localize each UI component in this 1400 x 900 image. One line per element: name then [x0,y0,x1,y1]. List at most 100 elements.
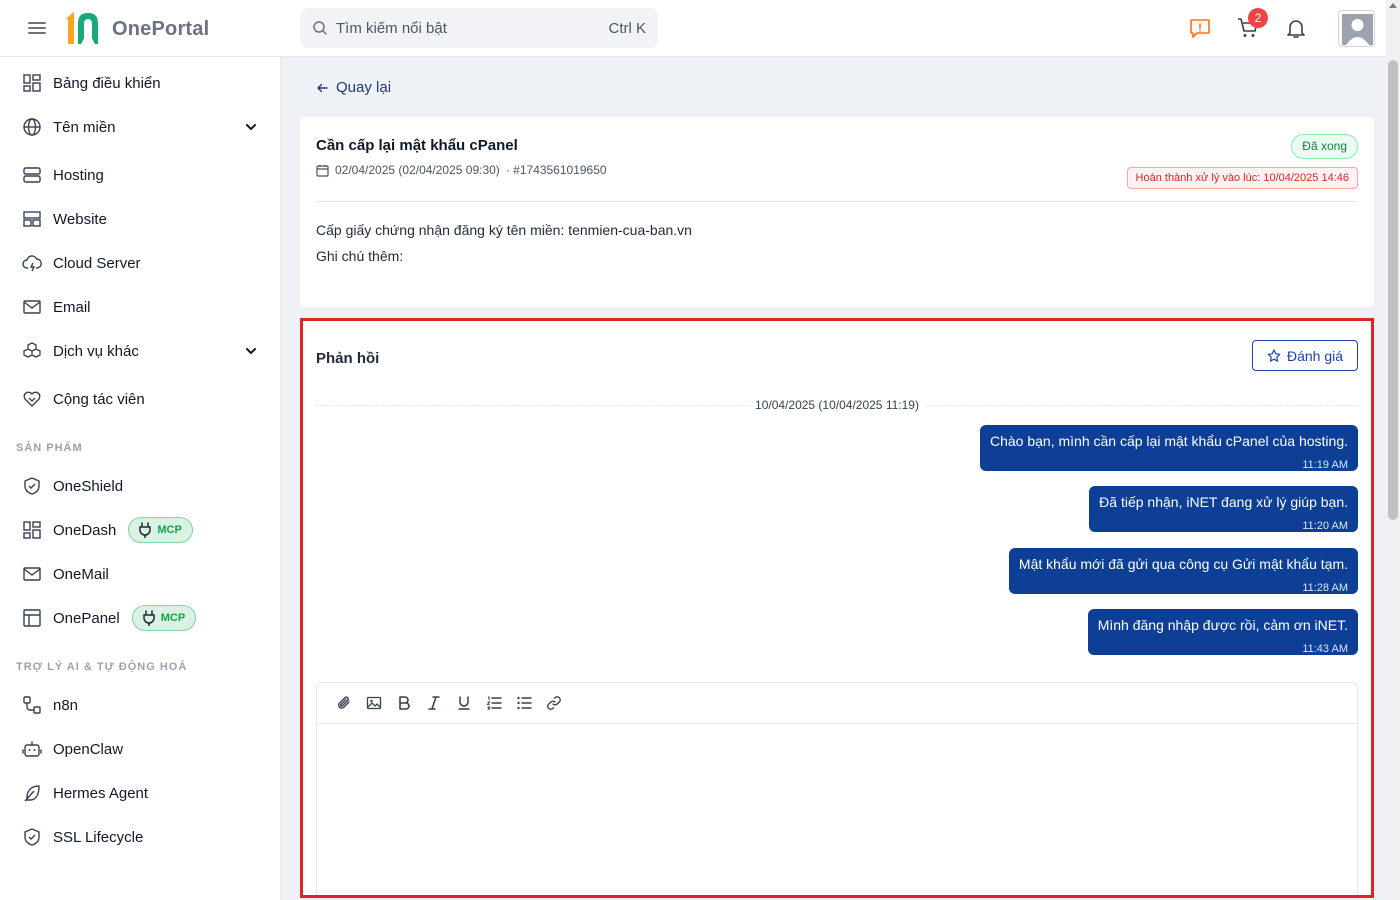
sidebar-item-ssl-lifecycle[interactable]: SSL Lifecycle [0,817,280,857]
date-separator: 10/04/2025 (10/04/2025 11:19) [303,398,1371,412]
scroll-up-arrow-icon[interactable] [1389,3,1397,8]
shield-check-icon [20,474,44,498]
ticket-note-label: Ghi chú thêm: [316,248,404,264]
bell-icon[interactable] [1284,16,1308,40]
sidebar-item-label: Tên miền [53,118,116,136]
cloud-lightning-icon [20,251,44,275]
sidebar-item-label: OneShield [53,477,124,495]
message-time: 11:20 AM [1302,520,1348,532]
mcp-badge-label: MCP [160,612,186,624]
heart-handshake-icon [20,387,44,411]
ordered-list-icon[interactable] [479,688,509,718]
sidebar-item-label: Dịch vụ khác [53,342,139,360]
sidebar-item-hosting[interactable]: Hosting [0,155,280,195]
link-icon[interactable] [539,688,569,718]
message-time: 11:43 AM [1302,643,1348,655]
reply-section: Phản hồi Đánh giá 10/04/2025 (10/04/2025… [300,318,1374,898]
dashboard-icon [20,71,44,95]
ticket-meta: 02/04/2025 (02/04/2025 09:30) · #1743561… [316,163,607,177]
sidebar-item-other-services[interactable]: Dịch vụ khác [0,331,280,371]
chat-message: Chào bạn, mình cần cấp lại mật khẩu cPan… [980,425,1358,471]
rate-button-label: Đánh giá [1286,347,1344,364]
sidebar-item-hermes-agent[interactable]: Hermes Agent [0,773,280,813]
italic-icon[interactable] [419,688,449,718]
reply-editor [316,682,1358,895]
mail-icon [20,562,44,586]
user-avatar-icon [1342,14,1373,45]
message-time: 11:28 AM [1302,582,1348,594]
sidebar-item-label: OneMail [53,565,109,583]
avatar[interactable] [1338,10,1375,47]
workflow-icon [20,693,44,717]
reply-textarea[interactable] [317,725,1357,895]
sidebar: Bảng điều khiển Tên miền Hosting Website… [0,57,281,900]
sidebar-item-onemail[interactable]: OneMail [0,554,280,594]
sidebar-item-cloud-server[interactable]: Cloud Server [0,243,280,283]
sidebar-item-affiliate[interactable]: Cộng tác viên [0,379,280,419]
image-icon[interactable] [359,688,389,718]
chevron-down-icon[interactable] [244,344,258,358]
search-icon [313,21,327,35]
page-scrollbar[interactable] [1386,0,1400,900]
top-header: OnePortal Ctrl K 2 [0,0,1400,57]
ticket-description: Cấp giấy chứng nhận đăng ký tên miền: te… [316,217,692,269]
sidebar-item-label: Bảng điều khiển [53,74,161,92]
sidebar-item-label: OnePanel [53,609,120,627]
sidebar-item-label: SSL Lifecycle [53,828,144,846]
section-title-products: SẢN PHẨM [16,442,83,454]
cart-count-badge: 2 [1248,8,1268,28]
hamburger-menu-icon[interactable] [26,18,48,38]
sidebar-item-onepanel[interactable]: OnePanel MCP [0,598,280,638]
divider [316,201,1358,202]
sidebar-item-label: OneDash [53,521,117,539]
sidebar-item-onedash[interactable]: OneDash MCP [0,510,280,550]
sidebar-item-label: OpenClaw [53,740,124,758]
chat-message: Mình đăng nhập được rồi, cảm ơn iNET. 11… [1087,609,1358,655]
star-icon [1267,348,1281,362]
panel-layout-icon [20,606,44,630]
ticket-description-text: Cấp giấy chứng nhận đăng ký tên miền: te… [316,222,692,238]
completion-note: Hoàn thành xử lý vào lúc: 10/04/2025 14:… [1126,167,1358,189]
shield-check-icon [20,825,44,849]
sidebar-item-website[interactable]: Website [0,199,280,239]
underline-icon[interactable] [449,688,479,718]
feedback-icon[interactable] [1188,16,1212,40]
sidebar-item-label: Email [53,298,91,316]
message-text: Mình đăng nhập được rồi, cảm ơn iNET. [1097,617,1348,633]
back-label: Quay lại [336,79,392,96]
calendar-icon [316,164,329,177]
chevron-down-icon[interactable] [244,120,258,134]
sidebar-item-n8n[interactable]: n8n [0,685,280,725]
attach-icon[interactable] [329,688,359,718]
plug-icon [142,610,155,626]
date-separator-label: 10/04/2025 (10/04/2025 11:19) [749,398,925,412]
sidebar-item-dashboard[interactable]: Bảng điều khiển [0,63,280,103]
cubes-icon [20,339,44,363]
sidebar-item-openclaw[interactable]: OpenClaw [0,729,280,769]
search-input[interactable] [336,19,609,37]
robot-icon [20,737,44,761]
search-box[interactable]: Ctrl K [300,8,658,48]
rate-button[interactable]: Đánh giá [1252,340,1358,371]
chat-message: Đã tiếp nhận, iNET đang xử lý giúp bạn. … [1089,486,1358,532]
sidebar-item-email[interactable]: Email [0,287,280,327]
ticket-date: 02/04/2025 (02/04/2025 09:30) [335,163,500,177]
bold-icon[interactable] [389,688,419,718]
back-link[interactable]: Quay lại [316,79,391,96]
bullet-list-icon[interactable] [509,688,539,718]
message-text: Mật khẩu mới đã gửi qua công cụ Gửi mật … [1018,556,1348,572]
sidebar-item-domains[interactable]: Tên miền [0,107,280,147]
dashboard-icon [20,518,44,542]
ticket-title: Cần cấp lại mật khẩu cPanel [316,137,518,154]
plug-icon [139,522,152,538]
scrollbar-thumb[interactable] [1388,60,1398,520]
sidebar-item-oneshield[interactable]: OneShield [0,466,280,506]
chat-message: Mật khẩu mới đã gửi qua công cụ Gửi mật … [1008,548,1358,594]
logo[interactable]: OnePortal [64,11,209,47]
ticket-id: · #1743561019650 [505,163,607,177]
logo-text: OnePortal [112,17,210,40]
message-text: Chào bạn, mình cần cấp lại mật khẩu cPan… [990,433,1348,449]
message-time: 11:19 AM [1302,459,1348,471]
editor-toolbar [317,683,1357,724]
sidebar-item-label: Hosting [53,166,104,184]
